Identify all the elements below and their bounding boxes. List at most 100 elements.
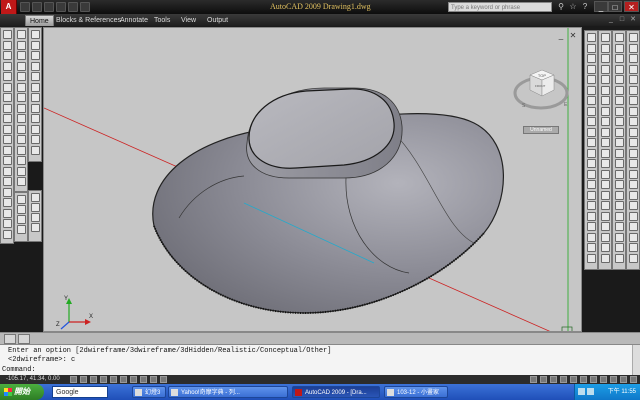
tool-button-icon[interactable] (629, 201, 638, 210)
status-toggle-icon[interactable] (610, 376, 617, 383)
model-tab-icon[interactable] (4, 334, 16, 344)
tool-button-icon[interactable] (17, 205, 26, 214)
tool-button-icon[interactable] (601, 180, 610, 189)
status-toggle-icon[interactable] (150, 376, 157, 383)
google-search-box[interactable]: Google (52, 386, 108, 398)
tool-button-icon[interactable] (3, 103, 12, 113)
tool-button-icon[interactable] (587, 232, 596, 242)
tool-button-icon[interactable] (615, 75, 624, 84)
tool-button-icon[interactable] (17, 72, 26, 81)
tool-button-icon[interactable] (587, 75, 596, 84)
tool-button-icon[interactable] (615, 138, 624, 147)
tool-button-icon[interactable] (601, 222, 610, 231)
taskbar-item[interactable]: 幻燈3 (132, 386, 166, 398)
status-toggle-icon[interactable] (120, 376, 127, 383)
tool-button-icon[interactable] (31, 145, 40, 155)
tool-button-icon[interactable] (629, 253, 638, 263)
tool-button-icon[interactable] (615, 33, 624, 42)
tool-button-icon[interactable] (601, 85, 610, 95)
viewcube[interactable]: TOP FRONT S E (513, 69, 569, 110)
tool-button-icon[interactable] (629, 148, 638, 158)
help-search-input[interactable]: Type a keyword or phrase (448, 2, 552, 12)
viewport-minimize-icon[interactable]: _ (556, 31, 566, 41)
tool-button-icon[interactable] (3, 82, 12, 92)
tool-button-icon[interactable] (615, 159, 624, 168)
redo-icon[interactable] (80, 2, 90, 12)
tool-button-icon[interactable] (615, 96, 624, 105)
tool-button-icon[interactable] (587, 169, 596, 179)
taskbar-item[interactable]: Yahoo!奇摩字典 - 列... (168, 386, 288, 398)
status-toggle-icon[interactable] (580, 376, 587, 383)
tool-button-icon[interactable] (615, 54, 624, 63)
ribbon-restore-icon[interactable]: □ (617, 15, 627, 25)
tool-button-icon[interactable] (587, 64, 596, 74)
new-icon[interactable] (20, 2, 30, 12)
tool-button-icon[interactable] (587, 127, 596, 137)
tool-button-icon[interactable] (31, 93, 40, 102)
tool-button-icon[interactable] (615, 190, 624, 200)
status-toggle-icon[interactable] (100, 376, 107, 383)
status-toggle-icon[interactable] (80, 376, 87, 383)
tool-button-icon[interactable] (17, 30, 26, 39)
tool-button-icon[interactable] (629, 75, 638, 84)
tool-button-icon[interactable] (17, 51, 26, 60)
tool-button-icon[interactable] (601, 232, 610, 242)
tool-button-icon[interactable] (601, 159, 610, 168)
tool-button-icon[interactable] (629, 169, 638, 179)
tool-button-icon[interactable] (3, 40, 12, 50)
tool-button-icon[interactable] (601, 64, 610, 74)
tool-button-icon[interactable] (615, 232, 624, 242)
tool-button-icon[interactable] (629, 159, 638, 168)
tool-button-icon[interactable] (629, 127, 638, 137)
communication-center-icon[interactable]: ☆ (568, 2, 578, 12)
minimize-button[interactable]: _ (594, 1, 608, 12)
open-icon[interactable] (32, 2, 42, 12)
tool-button-icon[interactable] (587, 148, 596, 158)
tool-button-icon[interactable] (31, 223, 40, 232)
tool-button-icon[interactable] (17, 166, 26, 176)
viewport-close-icon[interactable]: ✕ (568, 31, 578, 41)
tool-button-icon[interactable] (587, 253, 596, 263)
volume-icon[interactable] (587, 388, 594, 395)
tool-button-icon[interactable] (3, 187, 12, 197)
tool-button-icon[interactable] (601, 43, 610, 53)
tool-button-icon[interactable] (629, 117, 638, 126)
viewcube-front-label[interactable]: FRONT (535, 84, 545, 88)
tool-button-icon[interactable] (3, 229, 12, 239)
tool-button-icon[interactable] (3, 61, 12, 71)
taskbar-item-active[interactable]: AutoCAD 2009 - [Dra... (292, 386, 380, 398)
tool-button-icon[interactable] (587, 106, 596, 116)
status-toggle-icon[interactable] (560, 376, 567, 383)
tool-button-icon[interactable] (587, 85, 596, 95)
tool-button-icon[interactable] (601, 148, 610, 158)
tab-annotate[interactable]: Annotate (116, 15, 152, 26)
tool-button-icon[interactable] (601, 211, 610, 221)
network-icon[interactable] (578, 388, 585, 395)
ucs-menu-button[interactable]: Unnamed (523, 126, 559, 134)
tool-button-icon[interactable] (615, 211, 624, 221)
tool-button-icon[interactable] (615, 253, 624, 263)
tool-button-icon[interactable] (3, 166, 12, 176)
tool-button-icon[interactable] (17, 61, 26, 71)
status-toggle-icon[interactable] (90, 376, 97, 383)
tool-button-icon[interactable] (601, 138, 610, 147)
tool-button-icon[interactable] (31, 203, 40, 212)
tool-button-icon[interactable] (3, 208, 12, 218)
tool-button-icon[interactable] (601, 243, 610, 252)
tool-button-icon[interactable] (587, 33, 596, 42)
tool-button-icon[interactable] (17, 145, 26, 155)
model-space-canvas[interactable]: TOP FRONT S E Y X Z (44, 28, 582, 332)
tool-button-icon[interactable] (601, 190, 610, 200)
tool-button-icon[interactable] (3, 198, 12, 207)
status-toggle-icon[interactable] (160, 376, 167, 383)
tool-button-icon[interactable] (17, 195, 26, 204)
tool-button-icon[interactable] (615, 169, 624, 179)
tab-home[interactable]: Home (25, 15, 54, 26)
save-icon[interactable] (44, 2, 54, 12)
tool-button-icon[interactable] (31, 72, 40, 81)
tool-button-icon[interactable] (629, 180, 638, 189)
tool-button-icon[interactable] (601, 106, 610, 116)
tool-button-icon[interactable] (3, 135, 12, 144)
tool-button-icon[interactable] (3, 124, 12, 134)
tool-button-icon[interactable] (615, 106, 624, 116)
